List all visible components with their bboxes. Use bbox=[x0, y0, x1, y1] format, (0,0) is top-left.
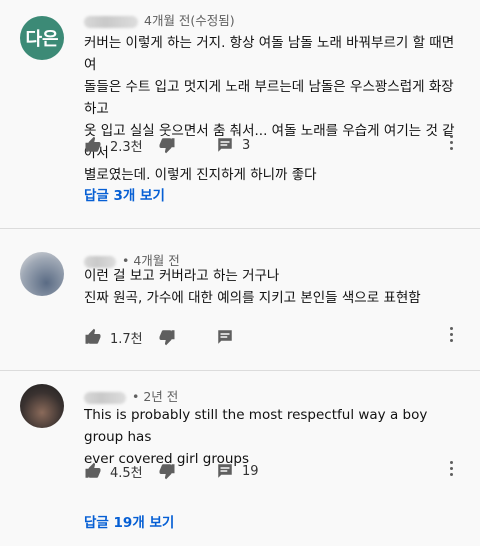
comment-icon bbox=[218, 464, 232, 478]
comment-actions: 1.7천 bbox=[84, 327, 474, 347]
like-count: 1.7천 bbox=[110, 331, 143, 347]
like-count: 2.3천 bbox=[110, 139, 143, 155]
avatar[interactable]: 다은 bbox=[20, 16, 64, 60]
timestamp: • 2년 전 bbox=[132, 389, 179, 404]
like-button[interactable]: 1.7천 bbox=[84, 327, 143, 347]
avatar[interactable] bbox=[20, 384, 64, 428]
more-icon[interactable] bbox=[450, 135, 454, 151]
like-count: 4.5천 bbox=[110, 465, 143, 481]
like-icon bbox=[85, 328, 101, 344]
dislike-button[interactable] bbox=[158, 461, 176, 481]
like-icon bbox=[85, 136, 101, 152]
divider bbox=[0, 228, 480, 229]
comment-text: 커버는 이렇게 하는 거지. 항상 여돌 남돌 노래 바꿔부르기 할 때면 여 … bbox=[84, 35, 455, 183]
reply-count: 3 bbox=[242, 137, 251, 153]
avatar-initials: 다은 bbox=[25, 29, 59, 50]
dislike-icon bbox=[159, 138, 175, 154]
like-button[interactable]: 4.5천 bbox=[84, 461, 143, 481]
blurred-username bbox=[84, 15, 138, 28]
dislike-button[interactable] bbox=[158, 327, 176, 347]
comment-icon bbox=[218, 138, 232, 152]
comment-actions: 2.3천 3 bbox=[84, 135, 474, 155]
comment-meta: • 2년 전 bbox=[84, 386, 178, 405]
dislike-icon bbox=[159, 464, 175, 480]
dislike-button[interactable] bbox=[158, 135, 176, 155]
more-icon[interactable] bbox=[450, 327, 454, 343]
blurred-username bbox=[84, 391, 126, 404]
reply-count: 19 bbox=[242, 463, 259, 479]
like-icon bbox=[85, 462, 101, 478]
avatar[interactable] bbox=[20, 252, 64, 296]
reply-button[interactable]: 3 bbox=[216, 135, 250, 155]
comment-text: 이런 걸 보고 커버라고 하는 거구나 진짜 원곡, 가수에 대한 예의를 지키… bbox=[84, 268, 421, 306]
dislike-icon bbox=[159, 330, 175, 346]
view-replies-link[interactable]: 답글 3개 보기 bbox=[84, 184, 165, 204]
reply-button[interactable]: 19 bbox=[216, 461, 259, 481]
comment-actions: 4.5천 19 bbox=[84, 461, 474, 481]
more-icon[interactable] bbox=[450, 461, 454, 477]
reply-button[interactable] bbox=[216, 327, 234, 347]
comment-icon bbox=[218, 330, 232, 344]
divider bbox=[0, 370, 480, 371]
view-replies-link[interactable]: 답글 19개 보기 bbox=[84, 511, 174, 531]
like-button[interactable]: 2.3천 bbox=[84, 135, 143, 155]
timestamp: 4개월 전(수정됨) bbox=[144, 13, 235, 28]
comment-meta: 4개월 전(수정됨) bbox=[84, 10, 235, 29]
